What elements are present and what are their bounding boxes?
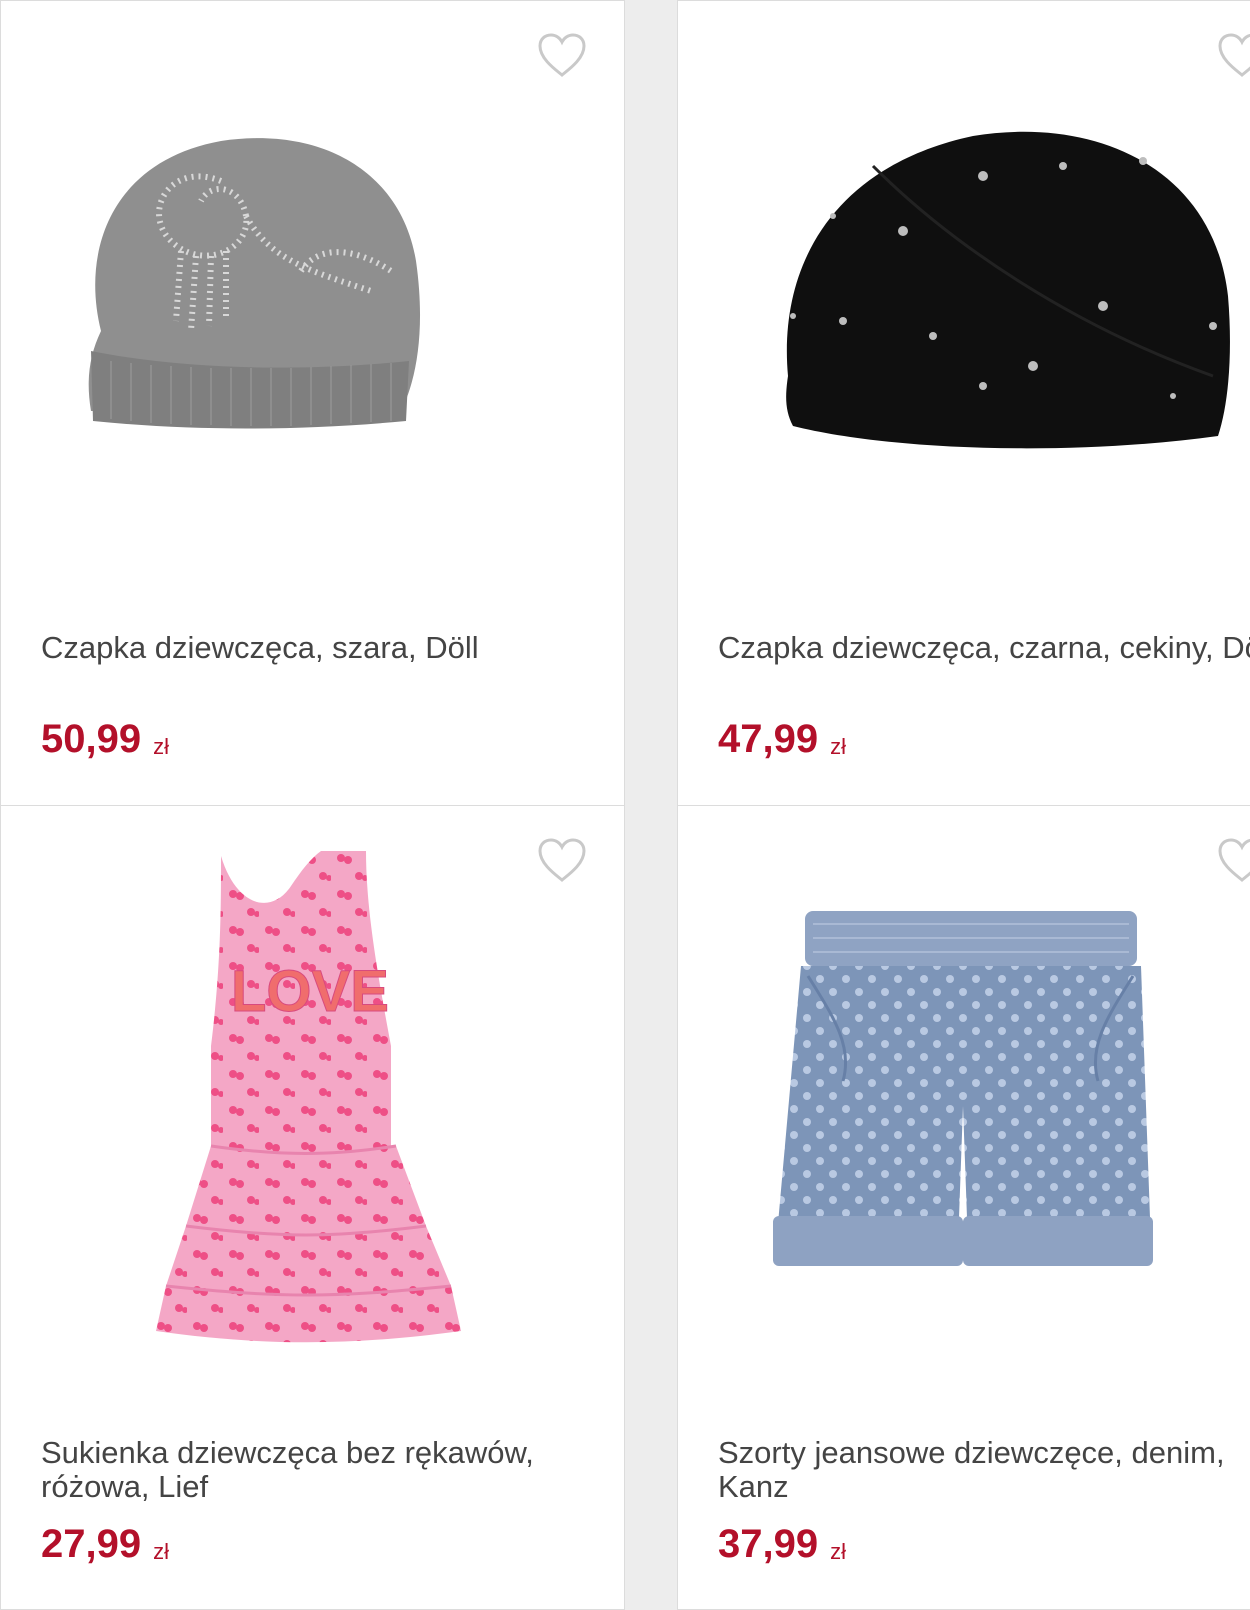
product-card[interactable]: Czapka dziewczęca, czarna, cekiny, Döll … (677, 0, 1250, 806)
heart-outline-icon[interactable] (1216, 31, 1250, 79)
product-card[interactable]: Szorty jeansowe dziewczęce, denim, Kanz … (677, 805, 1250, 1610)
price-value: 50,99 (41, 717, 142, 761)
currency-label: zł (153, 1539, 169, 1564)
currency-label: zł (830, 734, 846, 759)
price-value: 37,99 (718, 1522, 819, 1566)
heart-outline-icon[interactable] (1216, 836, 1250, 884)
product-image[interactable]: LOVE (151, 846, 471, 1346)
currency-label: zł (153, 734, 169, 759)
product-title[interactable]: Szorty jeansowe dziewczęce, denim, Kanz (718, 1436, 1238, 1504)
product-image[interactable] (71, 121, 421, 441)
product-image[interactable] (773, 906, 1163, 1286)
product-image[interactable] (773, 126, 1233, 456)
heart-outline-icon[interactable] (536, 836, 588, 884)
currency-label: zł (830, 1539, 846, 1564)
product-title[interactable]: Sukienka dziewczęca bez rękawów, różowa,… (41, 1436, 601, 1504)
product-title[interactable]: Czapka dziewczęca, szara, Döll (41, 631, 614, 665)
price-value: 47,99 (718, 717, 819, 761)
product-title[interactable]: Czapka dziewczęca, czarna, cekiny, Döll (718, 631, 1250, 665)
product-price: 37,99 zł (718, 1522, 846, 1567)
product-card[interactable]: Czapka dziewczęca, szara, Döll 50,99 zł (0, 0, 625, 806)
heart-outline-icon[interactable] (536, 31, 588, 79)
svg-text:LOVE: LOVE (231, 959, 389, 1024)
product-price: 27,99 zł (41, 1522, 169, 1567)
product-price: 47,99 zł (718, 717, 846, 762)
price-value: 27,99 (41, 1522, 142, 1566)
product-price: 50,99 zł (41, 717, 169, 762)
product-card[interactable]: LOVE Sukienka dziewczęca bez rękawów, ró… (0, 805, 625, 1610)
